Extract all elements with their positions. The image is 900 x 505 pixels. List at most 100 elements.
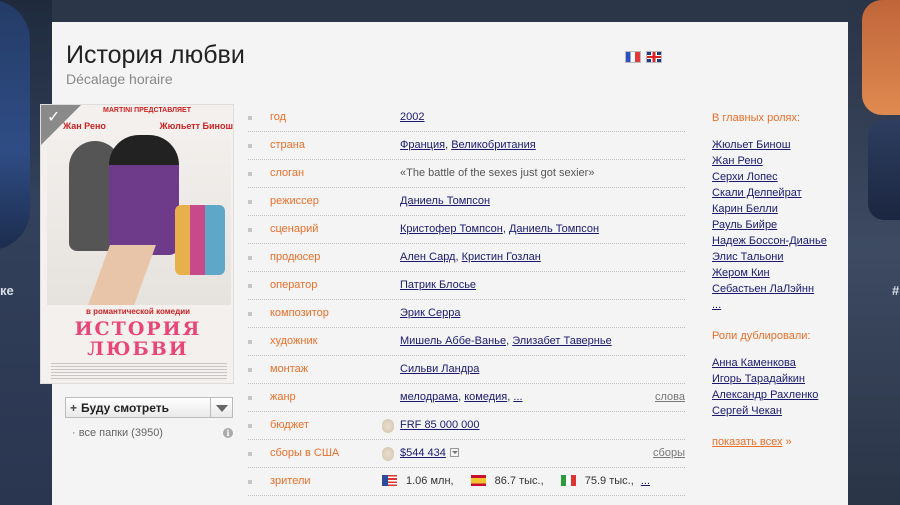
operator-link[interactable]: Патрик Блосье	[400, 279, 476, 291]
info-key: бюджет	[270, 419, 309, 431]
info-row-editing: монтаж Сильви Ландра	[248, 356, 685, 384]
folders-link[interactable]: · все папки (3950)	[72, 427, 163, 439]
cast-actor-link[interactable]: Карин Белли	[712, 201, 842, 217]
movie-info-table: год 2002 страна Франция, Великобритания …	[248, 104, 685, 496]
keywords-link[interactable]: слова	[655, 391, 685, 403]
coin-icon	[382, 447, 394, 461]
country-link[interactable]: Франция	[400, 139, 445, 151]
bullet-icon	[248, 396, 252, 400]
director-link[interactable]: Даниель Томпсон	[400, 195, 490, 207]
info-row-genre: жанр мелодрама, комедия, ... слова	[248, 384, 685, 412]
editing-link[interactable]: Сильви Ландра	[400, 363, 479, 375]
cast-actor-link[interactable]: Жан Рено	[712, 153, 842, 169]
info-value: Мишель Аббе-Ванье, Элизабет Тавернье	[400, 335, 612, 347]
genre-more-link[interactable]: ...	[513, 391, 522, 403]
cast-header: В главных ролях:	[712, 112, 801, 124]
background-text-left: ке	[0, 283, 14, 298]
year-link[interactable]: 2002	[400, 111, 424, 123]
cast-more-link[interactable]: ...	[712, 297, 842, 313]
artist-link[interactable]: Мишель Аббе-Ванье	[400, 335, 506, 347]
composer-link[interactable]: Эрик Серра	[400, 307, 460, 319]
coin-icon	[382, 419, 394, 433]
usa-gross-link[interactable]: $544 434	[400, 447, 446, 459]
info-key: оператор	[270, 279, 318, 291]
info-key: слоган	[270, 167, 305, 179]
poster-title-line-1: ИСТОРИЯ	[74, 318, 202, 340]
cast-actor-link[interactable]: Себастьен ЛаЛэйнн	[712, 281, 842, 297]
info-row-producer: продюсер Ален Сард, Кристин Гозлан	[248, 244, 685, 272]
poster-woman-figure	[109, 135, 179, 255]
chevron-down-icon[interactable]	[216, 405, 228, 412]
cast-actor-link[interactable]: Надеж Боссон-Дианье	[712, 233, 842, 249]
info-row-audience: зрители 1.06 млн, 86.7 тыс., 75.9 тыс., …	[248, 468, 685, 496]
info-key: зрители	[270, 475, 311, 487]
info-key: режиссер	[270, 195, 319, 207]
info-key: жанр	[270, 391, 296, 403]
info-key: сценарий	[270, 223, 319, 235]
bullet-icon	[248, 312, 252, 316]
plus-icon: +	[70, 401, 78, 415]
it-flag-icon	[560, 474, 576, 486]
dubbing-actor-link[interactable]: Сергей Чекан	[712, 403, 842, 419]
dubbing-actor-link[interactable]: Игорь Тарадайкин	[712, 371, 842, 387]
bullet-icon	[248, 424, 252, 428]
artist-link[interactable]: Элизабет Тавернье	[512, 335, 612, 347]
info-value: FRF 85 000 000	[400, 419, 480, 431]
show-all-label: показать всех	[712, 436, 783, 448]
producer-link[interactable]: Ален Сард	[400, 251, 455, 263]
check-icon: ✓	[47, 109, 61, 126]
info-row-writer: сценарий Кристофер Томпсон, Даниель Томп…	[248, 216, 685, 244]
background-right: #	[848, 0, 900, 505]
producer-link[interactable]: Кристин Гозлан	[462, 251, 541, 263]
audience-es: 86.7 тыс.,	[494, 475, 544, 487]
bullet-icon	[248, 452, 252, 456]
audience-more-link[interactable]: ...	[641, 475, 650, 487]
info-row-usa-gross: сборы в США $544 434 сборы	[248, 440, 685, 468]
budget-link[interactable]: FRF 85 000 000	[400, 419, 480, 431]
movie-poster[interactable]: ✓ MARTINI ПРЕДСТАВЛЯЕТ Жан Рено Жюльетт …	[40, 104, 234, 384]
background-figure-right	[862, 0, 900, 115]
cast-list: В главных ролях: Жюльет Бинош Жан Рено С…	[712, 112, 842, 313]
dubbing-actor-link[interactable]: Александр Рахленко	[712, 387, 842, 403]
info-icon[interactable]: i	[223, 428, 233, 438]
writer-link[interactable]: Даниель Томпсон	[509, 223, 599, 235]
cast-actor-link[interactable]: Жюльет Бинош	[712, 137, 842, 153]
cast-actor-link[interactable]: Скали Делпейрат	[712, 185, 842, 201]
bullet-icon	[248, 144, 252, 148]
info-value: «The battle of the sexes just got sexier…	[400, 167, 594, 179]
bullet-icon	[248, 480, 252, 484]
cast-actor-link[interactable]: Рауль Бийре	[712, 217, 842, 233]
info-row-slogan: слоган «The battle of the sexes just got…	[248, 160, 685, 188]
poster-actors: Жан Рено Жюльетт Бинош	[63, 121, 233, 131]
show-all-link[interactable]: показать всех »	[712, 436, 792, 448]
watch-dropdown[interactable]: + Буду смотреть	[65, 397, 233, 418]
bullet-icon	[248, 200, 252, 204]
genre-link[interactable]: комедия	[464, 391, 507, 403]
poster-actor-left: Жан Рено	[63, 121, 106, 131]
poster-bags-figure	[175, 205, 225, 275]
writer-link[interactable]: Кристофер Томпсон	[400, 223, 503, 235]
box-office-link[interactable]: сборы	[653, 447, 685, 459]
dubbing-list: Роли дублировали: Анна Каменкова Игорь Т…	[712, 330, 842, 419]
fr-flag-icon[interactable]	[625, 51, 641, 63]
cast-actor-link[interactable]: Серхи Лопес	[712, 169, 842, 185]
info-value: Ален Сард, Кристин Гозлан	[400, 251, 541, 263]
folders-count: все папки (3950)	[78, 427, 163, 439]
bullet-icon	[248, 368, 252, 372]
background-text-right: #	[892, 283, 900, 298]
info-row-operator: оператор Патрик Блосье	[248, 272, 685, 300]
dubbing-actor-link[interactable]: Анна Каменкова	[712, 355, 842, 371]
cast-actor-link[interactable]: Жером Кин	[712, 265, 842, 281]
dubbing-header: Роли дублировали:	[712, 330, 811, 342]
audience-it: 75.9 тыс.,	[584, 475, 634, 487]
slogan-text: «The battle of the sexes just got sexier…	[400, 167, 595, 179]
country-link[interactable]: Великобритания	[451, 139, 535, 151]
bullet-icon	[248, 340, 252, 344]
bullet-icon	[248, 228, 252, 232]
expand-icon[interactable]	[449, 447, 459, 457]
gb-flag-icon[interactable]	[646, 51, 662, 63]
cast-actor-link[interactable]: Элис Тальони	[712, 249, 842, 265]
watch-dropdown-separator	[210, 398, 211, 417]
genre-link[interactable]: мелодрама	[400, 391, 458, 403]
bullet-icon	[248, 256, 252, 260]
